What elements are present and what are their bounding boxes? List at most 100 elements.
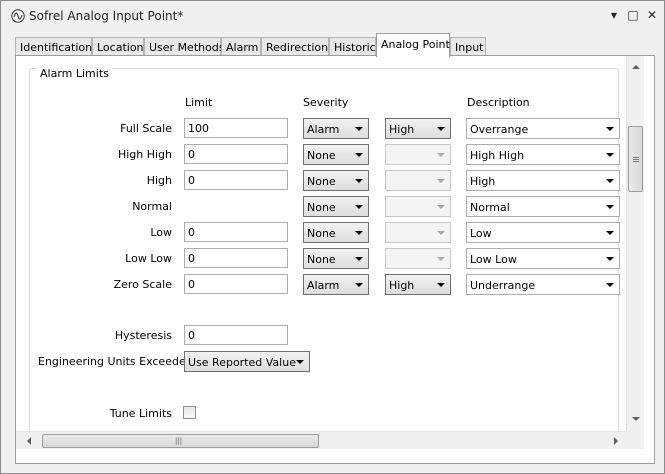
tab-strip: Identification Location User Methods Ala…	[15, 32, 655, 57]
chevron-down-icon	[296, 360, 304, 364]
scroll-content: Alarm Limits Limit Severity Description …	[16, 56, 626, 431]
high-severity-select[interactable]: None	[303, 170, 369, 191]
high-high-label: High High	[117, 148, 172, 161]
horizontal-scrollbar[interactable]: |||	[16, 431, 644, 449]
normal-label: Normal	[132, 200, 172, 213]
low-low-label: Low Low	[125, 252, 172, 265]
chevron-down-icon	[437, 205, 445, 209]
eng-units-exceeded-label: Engineering Units Exceeded	[38, 355, 193, 368]
tab-redirection[interactable]: Redirection	[261, 37, 329, 56]
low-description-combo[interactable]: Low	[466, 222, 620, 243]
tab-user-methods[interactable]: User Methods	[144, 37, 225, 56]
description-header: Description	[467, 96, 530, 109]
close-icon[interactable]: ✕	[644, 7, 660, 23]
chevron-down-icon	[606, 127, 614, 131]
chevron-down-icon	[355, 127, 363, 131]
scroll-up-icon[interactable]	[632, 65, 640, 69]
low-low-severity-value: None	[307, 253, 336, 266]
analog-input-point-window: Sofrel Analog Input Point* ▾ □ ✕ Identif…	[0, 0, 665, 474]
tab-identification[interactable]: Identification	[15, 37, 92, 56]
high-high-description-combo[interactable]: High High	[466, 144, 620, 165]
zero-scale-level-select[interactable]: High	[385, 274, 451, 295]
zero-scale-severity-value: Alarm	[307, 279, 340, 292]
tab-location[interactable]: Location	[92, 37, 144, 56]
grip-icon: |||	[175, 437, 183, 445]
high-description-combo[interactable]: High	[466, 170, 620, 191]
severity-header: Severity	[303, 96, 349, 109]
chevron-down-icon	[606, 205, 614, 209]
high-high-limit-input[interactable]: 0	[184, 144, 288, 164]
scroll-left-icon[interactable]	[27, 437, 31, 445]
maximize-icon[interactable]: □	[625, 7, 641, 23]
full-scale-label: Full Scale	[120, 122, 172, 135]
high-severity-value: None	[307, 175, 336, 188]
low-low-limit-input[interactable]: 0	[184, 248, 288, 268]
chevron-down-icon	[437, 257, 445, 261]
zero-scale-limit-input[interactable]: 0	[184, 274, 288, 294]
vertical-scrollbar[interactable]	[626, 56, 644, 431]
full-scale-level-select[interactable]: High	[385, 118, 451, 139]
low-low-level-select	[385, 248, 451, 269]
normal-level-select	[385, 196, 451, 217]
full-scale-description-combo[interactable]: Overrange	[466, 118, 620, 139]
scrollbar-corner	[626, 431, 644, 449]
full-scale-description-value: Overrange	[470, 123, 529, 136]
pin-dropdown-icon[interactable]: ▾	[606, 7, 622, 23]
low-severity-value: None	[307, 227, 336, 240]
tune-limits-label: Tune Limits	[109, 407, 172, 420]
low-low-description-value: Low Low	[470, 253, 517, 266]
low-low-description-combo[interactable]: Low Low	[466, 248, 620, 269]
tune-limits-checkbox[interactable]	[183, 406, 196, 419]
low-description-value: Low	[470, 227, 492, 240]
chevron-down-icon	[606, 257, 614, 261]
hysteresis-label: Hysteresis	[114, 329, 172, 342]
tab-historic[interactable]: Historic	[329, 37, 376, 56]
low-low-severity-select[interactable]: None	[303, 248, 369, 269]
chevron-down-icon	[437, 179, 445, 183]
normal-severity-select[interactable]: None	[303, 196, 369, 217]
chevron-down-icon	[606, 231, 614, 235]
chevron-down-icon	[355, 179, 363, 183]
chevron-down-icon	[437, 127, 445, 131]
full-scale-severity-value: Alarm	[307, 123, 340, 136]
zero-scale-description-combo[interactable]: Underrange	[466, 274, 620, 295]
sofrel-app-icon	[11, 9, 25, 23]
scroll-right-icon[interactable]	[614, 437, 618, 445]
vertical-scroll-thumb[interactable]	[628, 126, 643, 192]
zero-scale-severity-select[interactable]: Alarm	[303, 274, 369, 295]
chevron-down-icon	[355, 283, 363, 287]
zero-scale-level-value: High	[389, 279, 415, 292]
eng-units-exceeded-select[interactable]: Use Reported Value	[184, 351, 310, 372]
normal-description-value: Normal	[470, 201, 510, 214]
tab-input[interactable]: Input	[450, 37, 486, 56]
full-scale-limit-input[interactable]: 100	[184, 118, 288, 138]
chevron-down-icon	[437, 153, 445, 157]
low-severity-select[interactable]: None	[303, 222, 369, 243]
limit-header: Limit	[185, 96, 213, 109]
full-scale-severity-select[interactable]: Alarm	[303, 118, 369, 139]
high-high-description-value: High High	[470, 149, 525, 162]
tab-alarm[interactable]: Alarm	[221, 37, 261, 56]
high-high-severity-select[interactable]: None	[303, 144, 369, 165]
low-level-select	[385, 222, 451, 243]
horizontal-scroll-thumb[interactable]: |||	[42, 434, 319, 448]
tab-analog-point[interactable]: Analog Point	[376, 33, 450, 57]
high-label: High	[146, 174, 172, 187]
high-level-select	[385, 170, 451, 191]
chevron-down-icon	[355, 205, 363, 209]
chevron-down-icon	[606, 153, 614, 157]
hysteresis-input[interactable]: 0	[184, 325, 288, 345]
eng-units-exceeded-value: Use Reported Value	[188, 356, 296, 369]
normal-severity-value: None	[307, 201, 336, 214]
analog-point-panel: Alarm Limits Limit Severity Description …	[15, 55, 655, 464]
scroll-down-icon[interactable]	[632, 417, 640, 421]
normal-description-combo[interactable]: Normal	[466, 196, 620, 217]
zero-scale-label: Zero Scale	[113, 278, 172, 291]
grip-icon	[633, 157, 639, 162]
low-limit-input[interactable]: 0	[184, 222, 288, 242]
high-high-severity-value: None	[307, 149, 336, 162]
chevron-down-icon	[355, 231, 363, 235]
high-limit-input[interactable]: 0	[184, 170, 288, 190]
chevron-down-icon	[355, 153, 363, 157]
title-bar: Sofrel Analog Input Point* ▾ □ ✕	[1, 1, 664, 31]
